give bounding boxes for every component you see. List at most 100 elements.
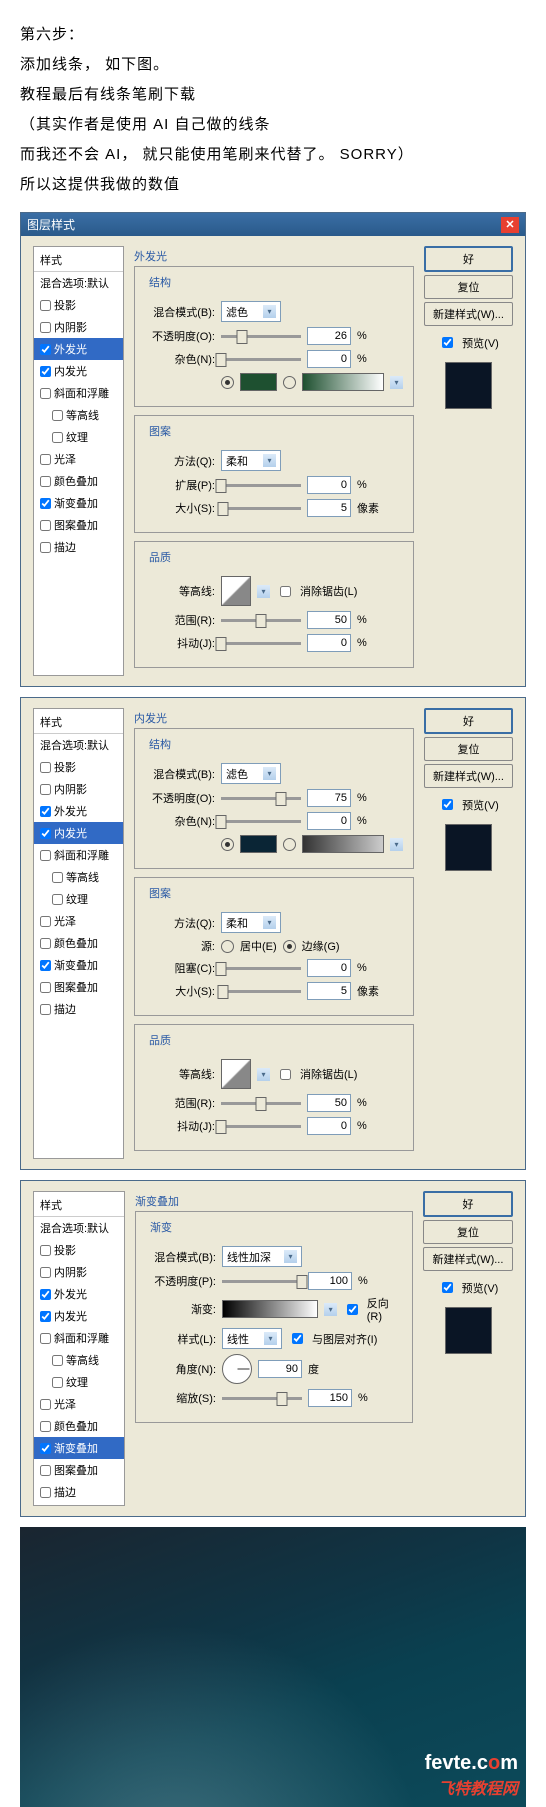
drop-shadow-item[interactable]: 投影 [34, 756, 123, 778]
technique-dropdown[interactable]: 柔和▾ [221, 450, 281, 471]
spread-value[interactable]: 0 [307, 476, 351, 494]
noise-slider[interactable] [221, 358, 301, 361]
texture-item[interactable]: 纹理 [34, 426, 123, 448]
ok-button[interactable]: 好 [424, 708, 513, 734]
inner-shadow-item[interactable]: 内阴影 [34, 1261, 124, 1283]
gradient-radio[interactable] [283, 838, 296, 851]
jitter-slider[interactable] [221, 642, 301, 645]
gradient-overlay-item[interactable]: 渐变叠加 [34, 954, 123, 976]
ok-button[interactable]: 好 [424, 246, 513, 272]
inner-glow-item[interactable]: 内发光 [34, 1305, 124, 1327]
jitter-value[interactable]: 0 [307, 634, 351, 652]
contour-picker[interactable] [221, 576, 251, 606]
color-overlay-item[interactable]: 颜色叠加 [34, 1415, 124, 1437]
range-slider[interactable] [221, 619, 301, 622]
jitter-slider[interactable] [221, 1125, 301, 1128]
contour-item[interactable]: 等高线 [34, 1349, 124, 1371]
choke-value[interactable]: 0 [307, 959, 351, 977]
outer-glow-item[interactable]: 外发光 [34, 338, 123, 360]
choke-slider[interactable] [221, 967, 301, 970]
drop-shadow-item[interactable]: 投影 [34, 1239, 124, 1261]
antialias-checkbox[interactable] [280, 586, 291, 597]
gradient-picker[interactable] [222, 1300, 318, 1318]
range-value[interactable]: 50 [307, 1094, 351, 1112]
contour-picker[interactable] [221, 1059, 251, 1089]
contour-dropdown-icon[interactable]: ▾ [257, 585, 270, 598]
reverse-checkbox[interactable] [347, 1304, 358, 1315]
pattern-overlay-item[interactable]: 图案叠加 [34, 514, 123, 536]
texture-item[interactable]: 纹理 [34, 888, 123, 910]
noise-value[interactable]: 0 [307, 350, 351, 368]
size-slider[interactable] [221, 990, 301, 993]
reset-button[interactable]: 复位 [424, 275, 513, 299]
opacity-value[interactable]: 100 [308, 1272, 352, 1290]
preview-checkbox[interactable] [442, 337, 453, 348]
gradient-picker-icon[interactable]: ▾ [390, 838, 403, 851]
size-value[interactable]: 5 [307, 499, 351, 517]
glow-color-swatch[interactable] [240, 835, 277, 853]
angle-value[interactable]: 90 [258, 1360, 302, 1378]
inner-shadow-item[interactable]: 内阴影 [34, 316, 123, 338]
close-button[interactable]: ✕ [501, 217, 519, 233]
scale-value[interactable]: 150 [308, 1389, 352, 1407]
gradient-dropdown-icon[interactable]: ▾ [324, 1303, 336, 1316]
new-style-button[interactable]: 新建样式(W)... [424, 302, 513, 326]
satin-item[interactable]: 光泽 [34, 448, 123, 470]
glow-gradient-swatch[interactable] [302, 373, 384, 391]
color-overlay-item[interactable]: 颜色叠加 [34, 932, 123, 954]
inner-glow-item[interactable]: 内发光 [34, 360, 123, 382]
outer-glow-item[interactable]: 外发光 [34, 1283, 124, 1305]
ok-button[interactable]: 好 [423, 1191, 513, 1217]
bevel-emboss-item[interactable]: 斜面和浮雕 [34, 844, 123, 866]
gradient-overlay-item[interactable]: 渐变叠加 [34, 1437, 124, 1459]
range-slider[interactable] [221, 1102, 301, 1105]
blend-mode-dropdown[interactable]: 线性加深▾ [222, 1246, 302, 1267]
gradient-radio[interactable] [283, 376, 296, 389]
gradient-picker-icon[interactable]: ▾ [390, 376, 403, 389]
preview-checkbox[interactable] [442, 799, 453, 810]
blend-options-item[interactable]: 混合选项:默认 [34, 734, 123, 756]
style-dropdown[interactable]: 线性▾ [222, 1328, 282, 1349]
preview-checkbox[interactable] [442, 1282, 453, 1293]
inner-glow-item[interactable]: 内发光 [34, 822, 123, 844]
contour-dropdown-icon[interactable]: ▾ [257, 1068, 270, 1081]
bevel-emboss-item[interactable]: 斜面和浮雕 [34, 1327, 124, 1349]
opacity-slider[interactable] [221, 797, 301, 800]
stroke-item[interactable]: 描边 [34, 1481, 124, 1503]
technique-dropdown[interactable]: 柔和▾ [221, 912, 281, 933]
source-center-radio[interactable] [221, 940, 234, 953]
blend-options-item[interactable]: 混合选项:默认 [34, 1217, 124, 1239]
stroke-item[interactable]: 描边 [34, 536, 123, 558]
stroke-item[interactable]: 描边 [34, 998, 123, 1020]
jitter-value[interactable]: 0 [307, 1117, 351, 1135]
gradient-overlay-item[interactable]: 渐变叠加 [34, 492, 123, 514]
blend-mode-dropdown[interactable]: 滤色▾ [221, 301, 281, 322]
contour-item[interactable]: 等高线 [34, 404, 123, 426]
blend-options-item[interactable]: 混合选项:默认 [34, 272, 123, 294]
noise-value[interactable]: 0 [307, 812, 351, 830]
opacity-slider[interactable] [222, 1280, 302, 1283]
color-radio[interactable] [221, 838, 234, 851]
size-value[interactable]: 5 [307, 982, 351, 1000]
noise-slider[interactable] [221, 820, 301, 823]
size-slider[interactable] [221, 507, 301, 510]
angle-dial[interactable] [222, 1354, 252, 1384]
inner-shadow-item[interactable]: 内阴影 [34, 778, 123, 800]
texture-item[interactable]: 纹理 [34, 1371, 124, 1393]
reset-button[interactable]: 复位 [424, 737, 513, 761]
pattern-overlay-item[interactable]: 图案叠加 [34, 1459, 124, 1481]
antialias-checkbox[interactable] [280, 1069, 291, 1080]
scale-slider[interactable] [222, 1397, 302, 1400]
new-style-button[interactable]: 新建样式(W)... [424, 764, 513, 788]
align-checkbox[interactable] [292, 1333, 303, 1344]
pattern-overlay-item[interactable]: 图案叠加 [34, 976, 123, 998]
opacity-slider[interactable] [221, 335, 301, 338]
satin-item[interactable]: 光泽 [34, 1393, 124, 1415]
range-value[interactable]: 50 [307, 611, 351, 629]
contour-item[interactable]: 等高线 [34, 866, 123, 888]
opacity-value[interactable]: 26 [307, 327, 351, 345]
bevel-emboss-item[interactable]: 斜面和浮雕 [34, 382, 123, 404]
glow-color-swatch[interactable] [240, 373, 277, 391]
color-overlay-item[interactable]: 颜色叠加 [34, 470, 123, 492]
blend-mode-dropdown[interactable]: 滤色▾ [221, 763, 281, 784]
